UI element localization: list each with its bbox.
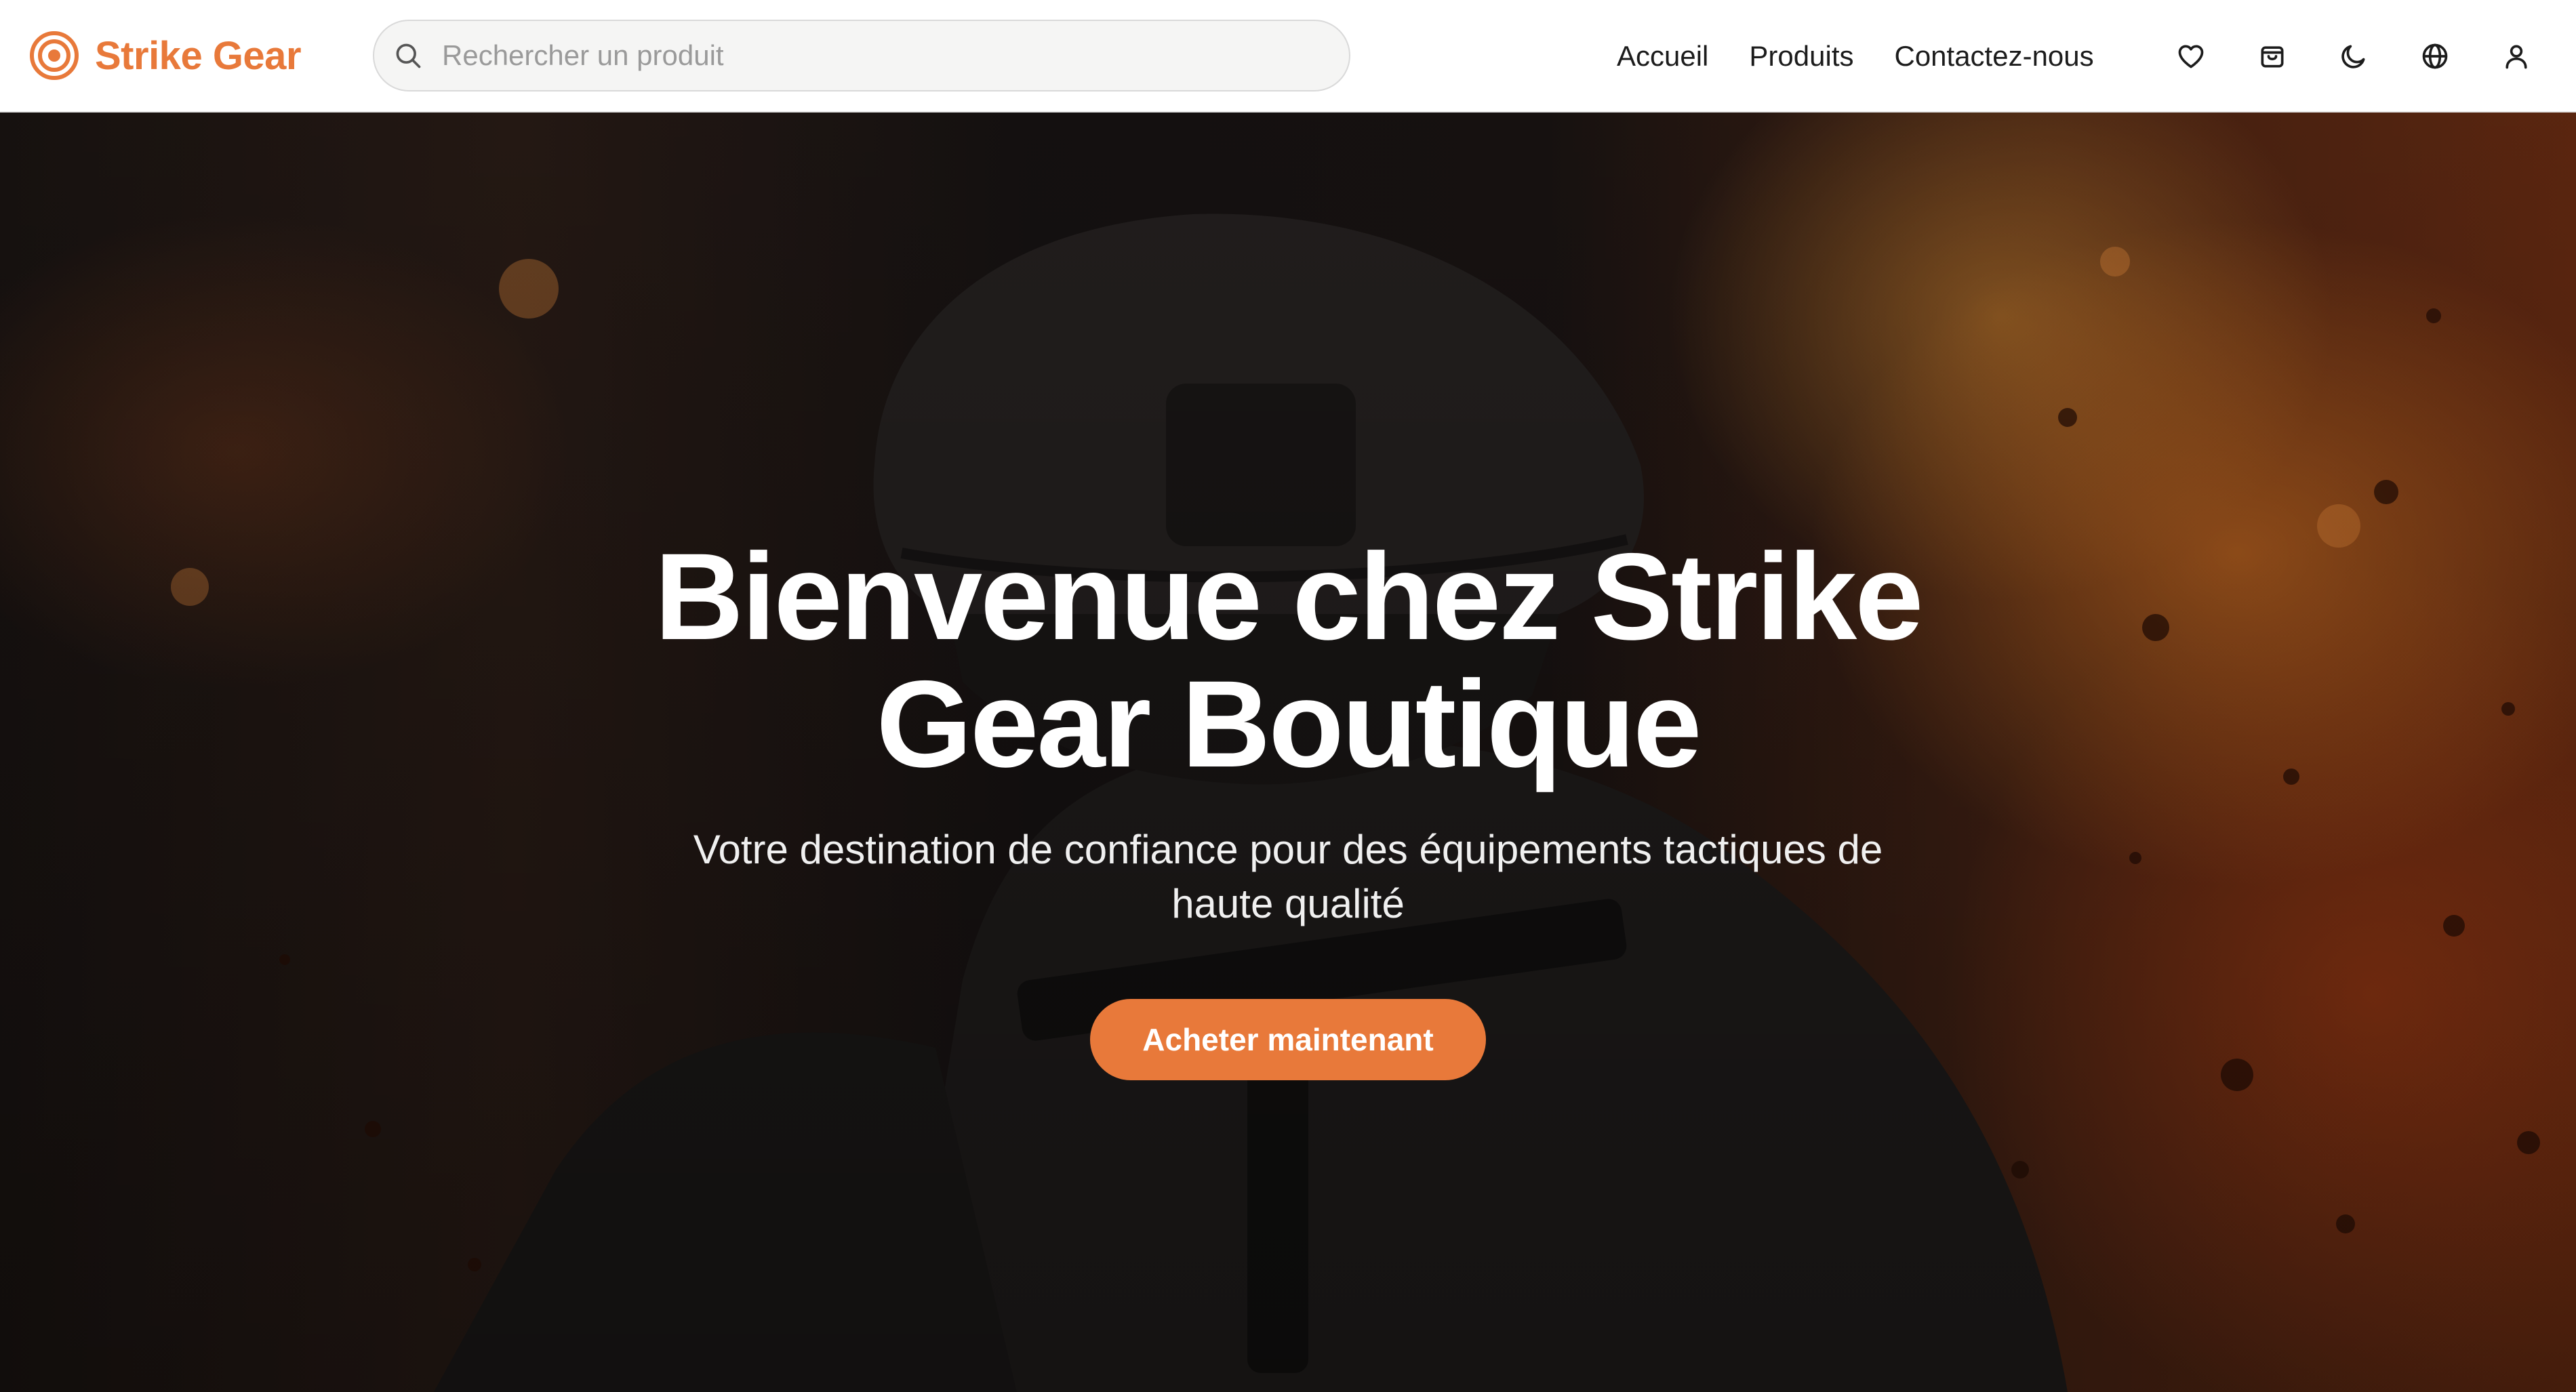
globe-icon	[2422, 43, 2448, 69]
hero-title: Bienvenue chez Strike Gear Boutique	[610, 533, 1966, 787]
heart-icon	[2178, 45, 2204, 68]
hero-title-line-2: Gear Boutique	[876, 655, 1702, 793]
wishlist-button[interactable]	[2173, 38, 2209, 75]
search-icon	[396, 43, 421, 68]
brand-name: Strike Gear	[95, 33, 302, 78]
search-bar[interactable]	[373, 20, 1350, 91]
shopping-bag-icon	[2261, 46, 2284, 68]
shop-now-button[interactable]: Acheter maintenant	[1090, 999, 1486, 1080]
moon-icon	[2341, 45, 2365, 68]
nav-link-contact[interactable]: Contactez-nous	[1894, 40, 2093, 73]
main-nav: Accueil Produits Contactez-nous	[1617, 0, 2094, 112]
hero-subtitle-line-1: Votre destination de confiance pour des …	[693, 827, 1883, 872]
hero-subtitle-line-2: haute qualité	[1171, 881, 1405, 926]
brand-logo[interactable]: Strike Gear	[28, 27, 302, 84]
header-actions	[2173, 0, 2535, 112]
hero-content: Bienvenue chez Strike Gear Boutique Votr…	[610, 533, 1966, 1080]
user-icon	[2505, 45, 2527, 69]
hero-title-line-1: Bienvenue chez Strike	[654, 527, 1924, 666]
dark-mode-toggle[interactable]	[2335, 38, 2372, 75]
nav-link-accueil[interactable]: Accueil	[1617, 40, 1708, 73]
target-logo-icon	[30, 31, 79, 80]
language-button[interactable]	[2417, 38, 2453, 75]
cart-button[interactable]	[2254, 38, 2291, 75]
account-button[interactable]	[2498, 38, 2535, 75]
hero-section: Bienvenue chez Strike Gear Boutique Votr…	[0, 112, 2576, 1392]
hero-subtitle: Votre destination de confiance pour des …	[644, 823, 1932, 931]
nav-link-produits[interactable]: Produits	[1749, 40, 1853, 73]
site-header: Strike Gear Accueil Produits Contactez-n…	[0, 0, 2576, 112]
search-input[interactable]	[441, 39, 1322, 73]
